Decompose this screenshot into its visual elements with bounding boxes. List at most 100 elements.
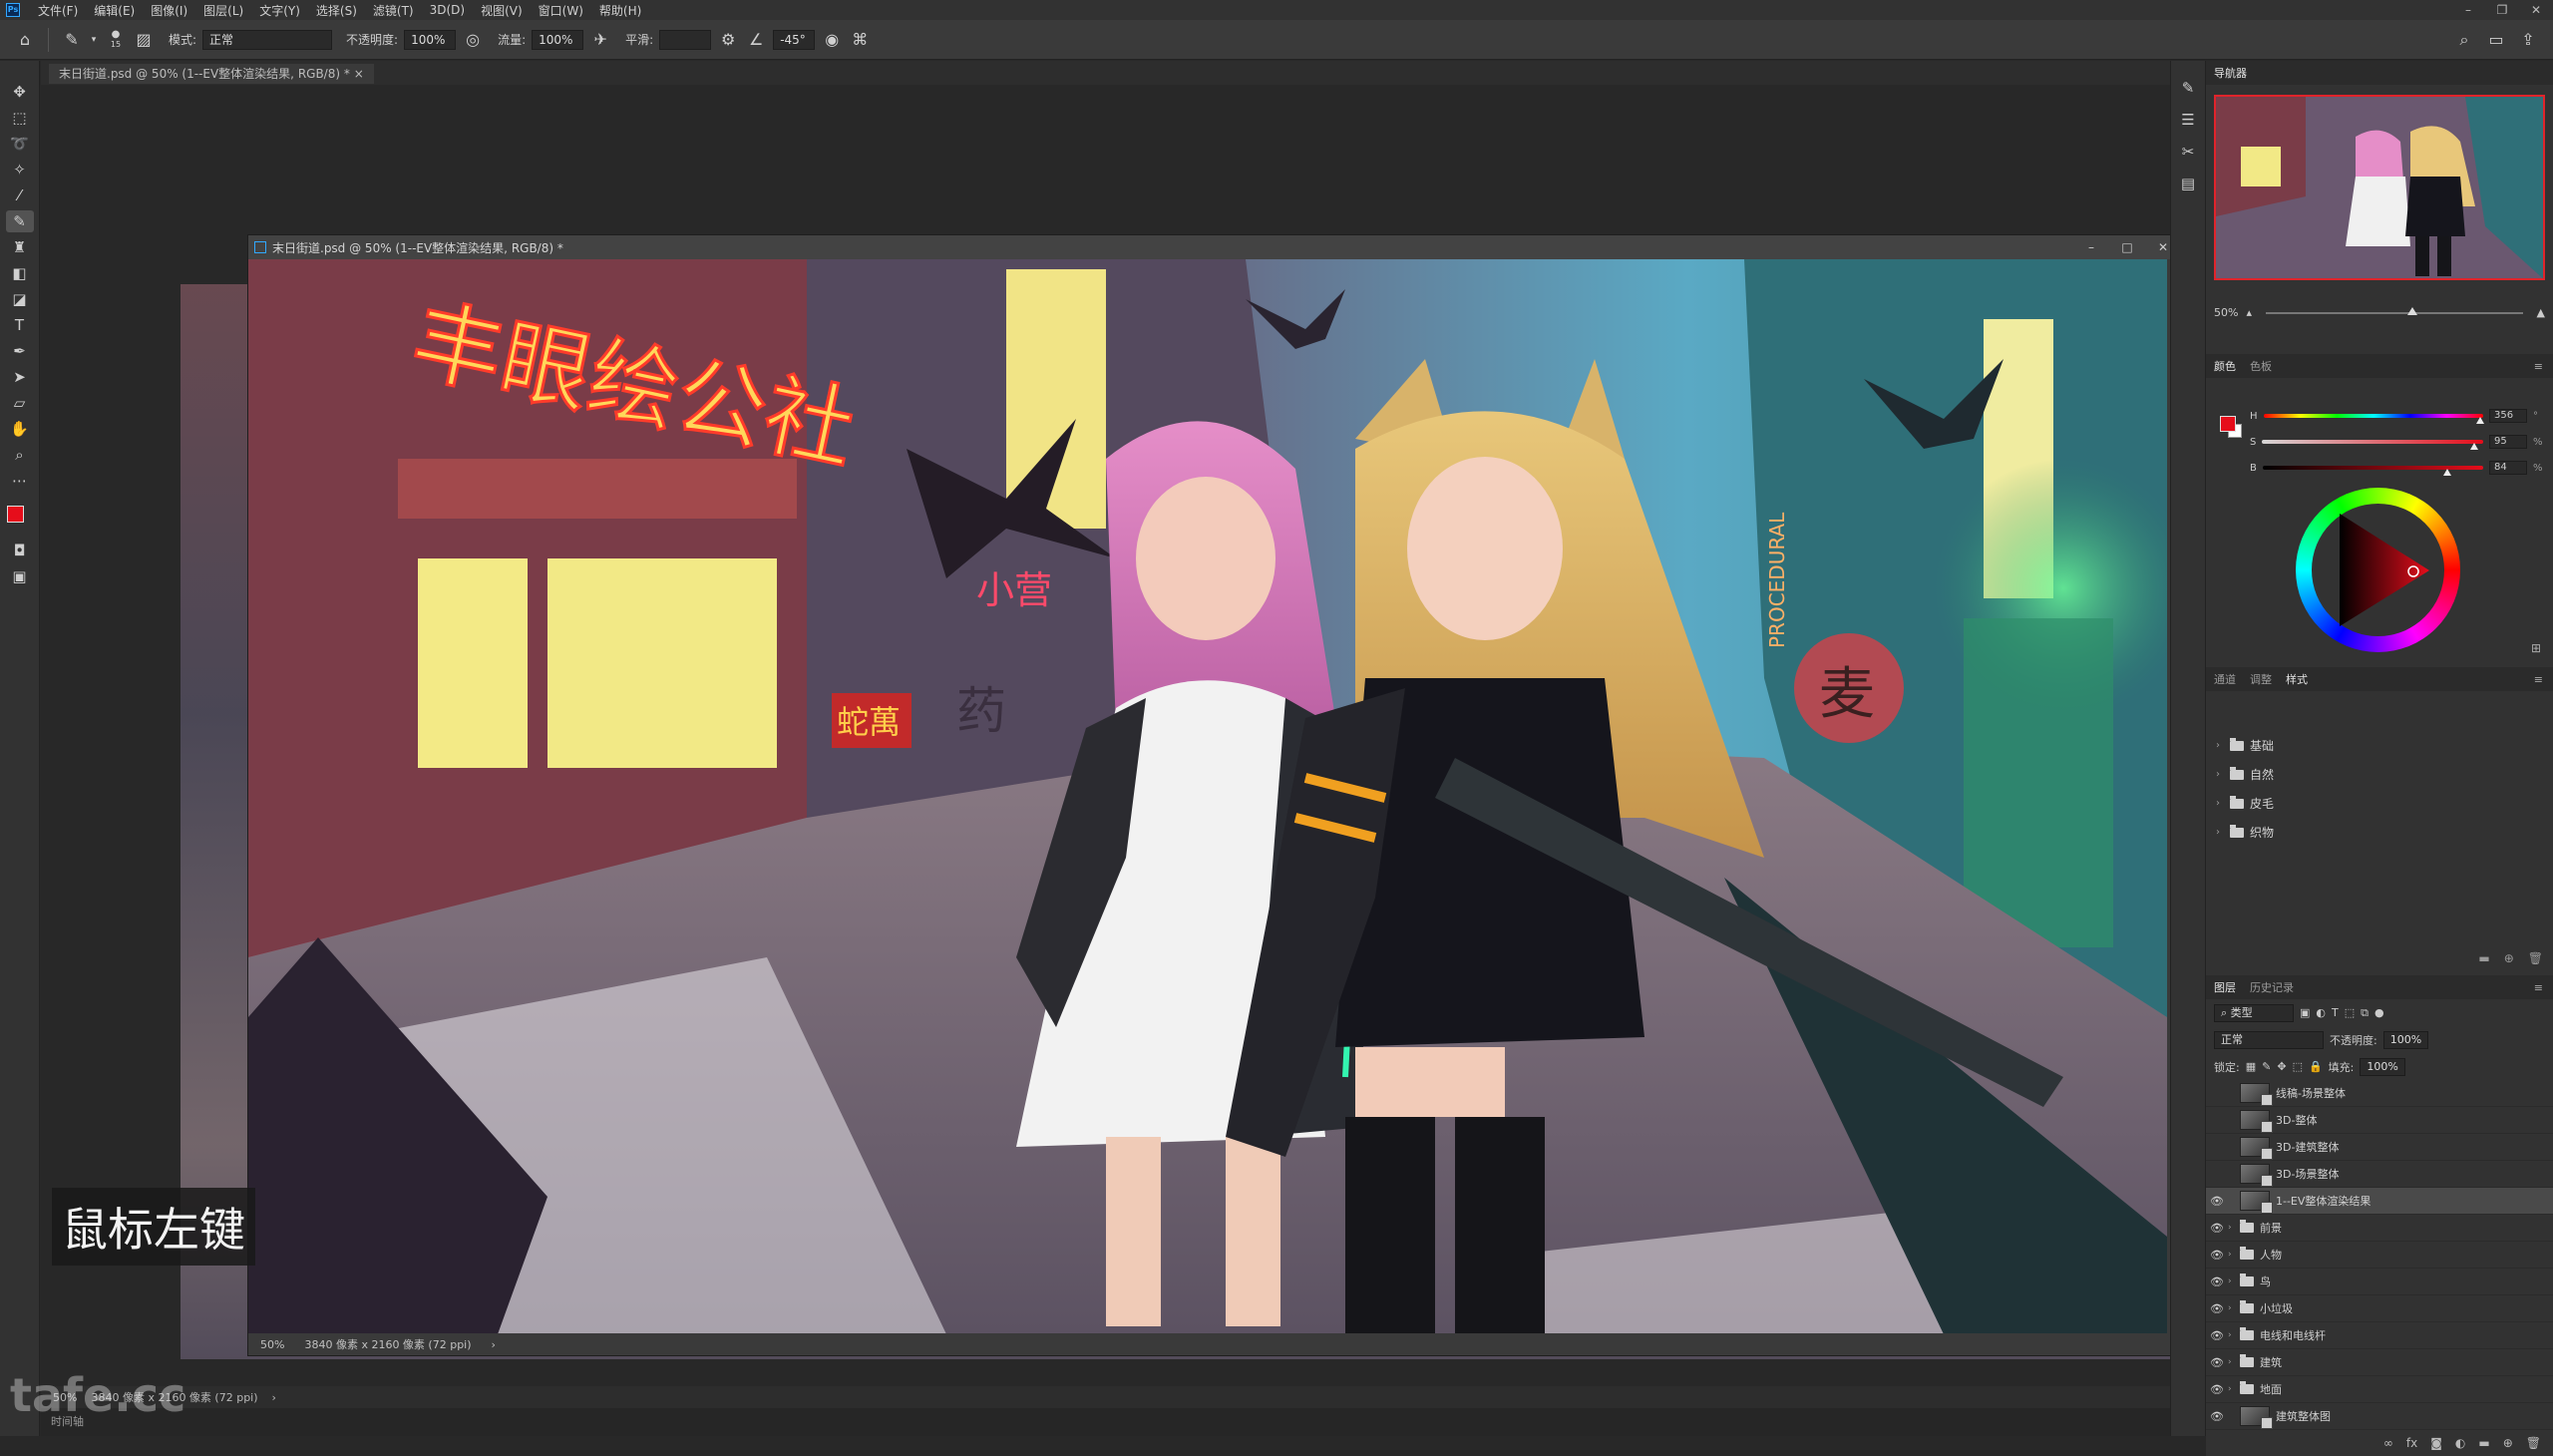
new-style-icon[interactable]: ⊕ [2504,951,2514,965]
tab-color[interactable]: 颜色 [2214,358,2236,374]
brush-settings-icon[interactable]: ▨ [133,29,155,51]
share-icon[interactable]: ⇪ [2517,29,2539,51]
menu-file[interactable]: 文件(F) [30,2,86,19]
visibility-eye-icon[interactable]: 👁 [2206,1195,2228,1208]
visibility-eye-icon[interactable]: 👁 [2206,1249,2228,1262]
visibility-eye-icon[interactable]: 👁 [2206,1329,2228,1342]
navigator-zoom-slider[interactable] [2265,306,2523,315]
adjustment-layer-icon[interactable]: ◐ [2455,1436,2465,1450]
foreground-color-swatch[interactable] [6,506,24,523]
quick-mask-icon[interactable]: ◘ [6,540,34,561]
zoom-in-icon[interactable]: ▲ [2537,306,2545,319]
visibility-eye-icon[interactable]: 👁 [2206,1410,2228,1423]
color-swatches[interactable] [2220,416,2242,438]
layer-row[interactable]: 👁 1--EV整体渲染结果 [2206,1188,2553,1215]
filter-type-icon[interactable]: T [2332,1006,2339,1019]
zoom-out-icon[interactable]: ▴ [2246,306,2252,319]
chevron-down-icon[interactable]: ▾ [89,29,99,51]
brightness-input[interactable]: 84 [2489,461,2527,475]
flow-input[interactable]: 100% [532,29,584,50]
color-swatches[interactable] [5,504,35,536]
foreground-color-swatch[interactable] [2220,416,2236,432]
filter-adjustment-icon[interactable]: ◐ [2316,1006,2326,1019]
new-group-icon[interactable]: ▬ [2478,951,2489,965]
chevron-right-icon[interactable]: › [2228,1276,2240,1286]
chevron-right-icon[interactable]: › [2228,1330,2240,1340]
panel-menu-icon[interactable]: ≡ [2534,673,2543,686]
shape-tool-icon[interactable]: ▱ [6,392,34,414]
navigator-thumbnail[interactable] [2214,95,2545,280]
expand-icon[interactable]: ⊞ [2531,641,2541,655]
navigator-zoom-value[interactable]: 50% [2214,306,2238,319]
menu-window[interactable]: 窗口(W) [531,2,591,19]
layer-filter-select[interactable]: ⌕ 类型 [2214,1003,2294,1022]
visibility-eye-icon[interactable]: 👁 [2206,1275,2228,1288]
layer-row[interactable]: 👁 › 电线和电线杆 [2206,1322,2553,1349]
layer-row[interactable]: 👁 › 前景 [2206,1215,2553,1242]
blend-mode-select[interactable]: 正常 [2214,1030,2324,1049]
maximize-icon[interactable]: □ [2109,240,2145,254]
floating-document-window[interactable]: 末日街道.psd @ 50% (1--EV整体渲染结果, RGB/8) * – … [247,234,2182,1356]
menu-3d[interactable]: 3D(D) [422,3,473,17]
visibility-eye-icon[interactable]: 👁 [2206,1141,2228,1154]
close-icon[interactable]: ✕ [2519,3,2553,17]
menu-filter[interactable]: 滤镜(T) [365,2,422,19]
hue-slider[interactable] [2263,414,2485,424]
eraser-tool-icon[interactable]: ◧ [6,262,34,284]
tab-layers[interactable]: 图层 [2214,979,2236,995]
chevron-right-icon[interactable]: › [2216,769,2224,780]
style-folder-basic[interactable]: › 基础 [2206,731,2553,760]
magic-wand-tool-icon[interactable]: ✧ [6,159,34,181]
fill-input[interactable]: 100% [2360,1057,2405,1076]
new-layer-icon[interactable]: ⊕ [2503,1436,2513,1450]
layer-row[interactable]: 👁 3D-建筑整体 [2206,1134,2553,1161]
panel-menu-icon[interactable]: ≡ [2534,981,2543,994]
mode-select[interactable]: 正常 [202,29,333,50]
menu-image[interactable]: 图像(I) [143,2,195,19]
filter-shape-icon[interactable]: ⬚ [2345,1006,2355,1019]
stamp-tool-icon[interactable]: ♜ [6,236,34,258]
layer-row[interactable]: 👁 › 小垃圾 [2206,1295,2553,1322]
chevron-right-icon[interactable]: › [492,1338,496,1351]
fx-icon[interactable]: fx [2406,1436,2417,1450]
visibility-eye-icon[interactable]: 👁 [2206,1302,2228,1315]
zoom-level[interactable]: 50% [260,1338,284,1351]
visibility-eye-icon[interactable]: 👁 [2206,1114,2228,1127]
visibility-eye-icon[interactable]: 👁 [2206,1356,2228,1369]
photoshop-logo-icon[interactable]: Ps [6,3,20,17]
document-window-titlebar[interactable]: 末日街道.psd @ 50% (1--EV整体渲染结果, RGB/8) * – … [248,235,2181,259]
saturation-slider[interactable] [2262,440,2483,450]
menu-type[interactable]: 文字(Y) [251,2,308,19]
visibility-eye-icon[interactable]: 👁 [2206,1168,2228,1181]
chevron-right-icon[interactable]: › [2228,1250,2240,1260]
tab-history[interactable]: 历史记录 [2250,979,2294,995]
layer-row[interactable]: 👁 3D-场景整体 [2206,1161,2553,1188]
lock-artboard-icon[interactable]: ⬚ [2293,1060,2303,1073]
restore-icon[interactable]: ❐ [2485,3,2519,17]
tab-adjustments[interactable]: 调整 [2250,671,2272,687]
home-icon[interactable]: ⌂ [14,29,36,51]
tab-navigator[interactable]: 导航器 [2214,65,2247,81]
brush-preset-icon[interactable]: ● 15 [105,29,127,51]
menu-view[interactable]: 视图(V) [473,2,531,19]
workspace-icon[interactable]: ▭ [2485,29,2507,51]
menu-edit[interactable]: 编辑(E) [86,2,143,19]
minimize-icon[interactable]: – [2451,3,2485,17]
gear-icon[interactable]: ⚙ [717,29,739,51]
lasso-tool-icon[interactable]: ➰ [6,133,34,155]
tab-swatches[interactable]: 色板 [2250,358,2272,374]
canvas-artwork[interactable]: 丰眼绘公社 小营 药 蛇萬 PROCEDURAL 麦 [248,259,2167,1334]
style-folder-nature[interactable]: › 自然 [2206,760,2553,789]
zoom-tool-icon[interactable]: ⌕ [6,444,34,466]
new-group-icon[interactable]: ▬ [2478,1436,2489,1450]
search-icon[interactable]: ⌕ [2453,29,2475,51]
style-folder-fabric[interactable]: › 织物 [2206,818,2553,847]
slider-knob[interactable] [2406,306,2417,315]
chevron-right-icon[interactable]: › [2228,1384,2240,1394]
brush-tool-icon[interactable]: ✎ [5,210,34,232]
angle-input[interactable]: -45° [773,29,816,50]
marquee-tool-icon[interactable]: ⬚ [6,107,34,129]
more-tools-icon[interactable]: ⋯ [6,470,34,492]
hand-tool-icon[interactable]: ✋ [6,418,34,440]
filter-smart-icon[interactable]: ⧉ [2361,1006,2369,1020]
